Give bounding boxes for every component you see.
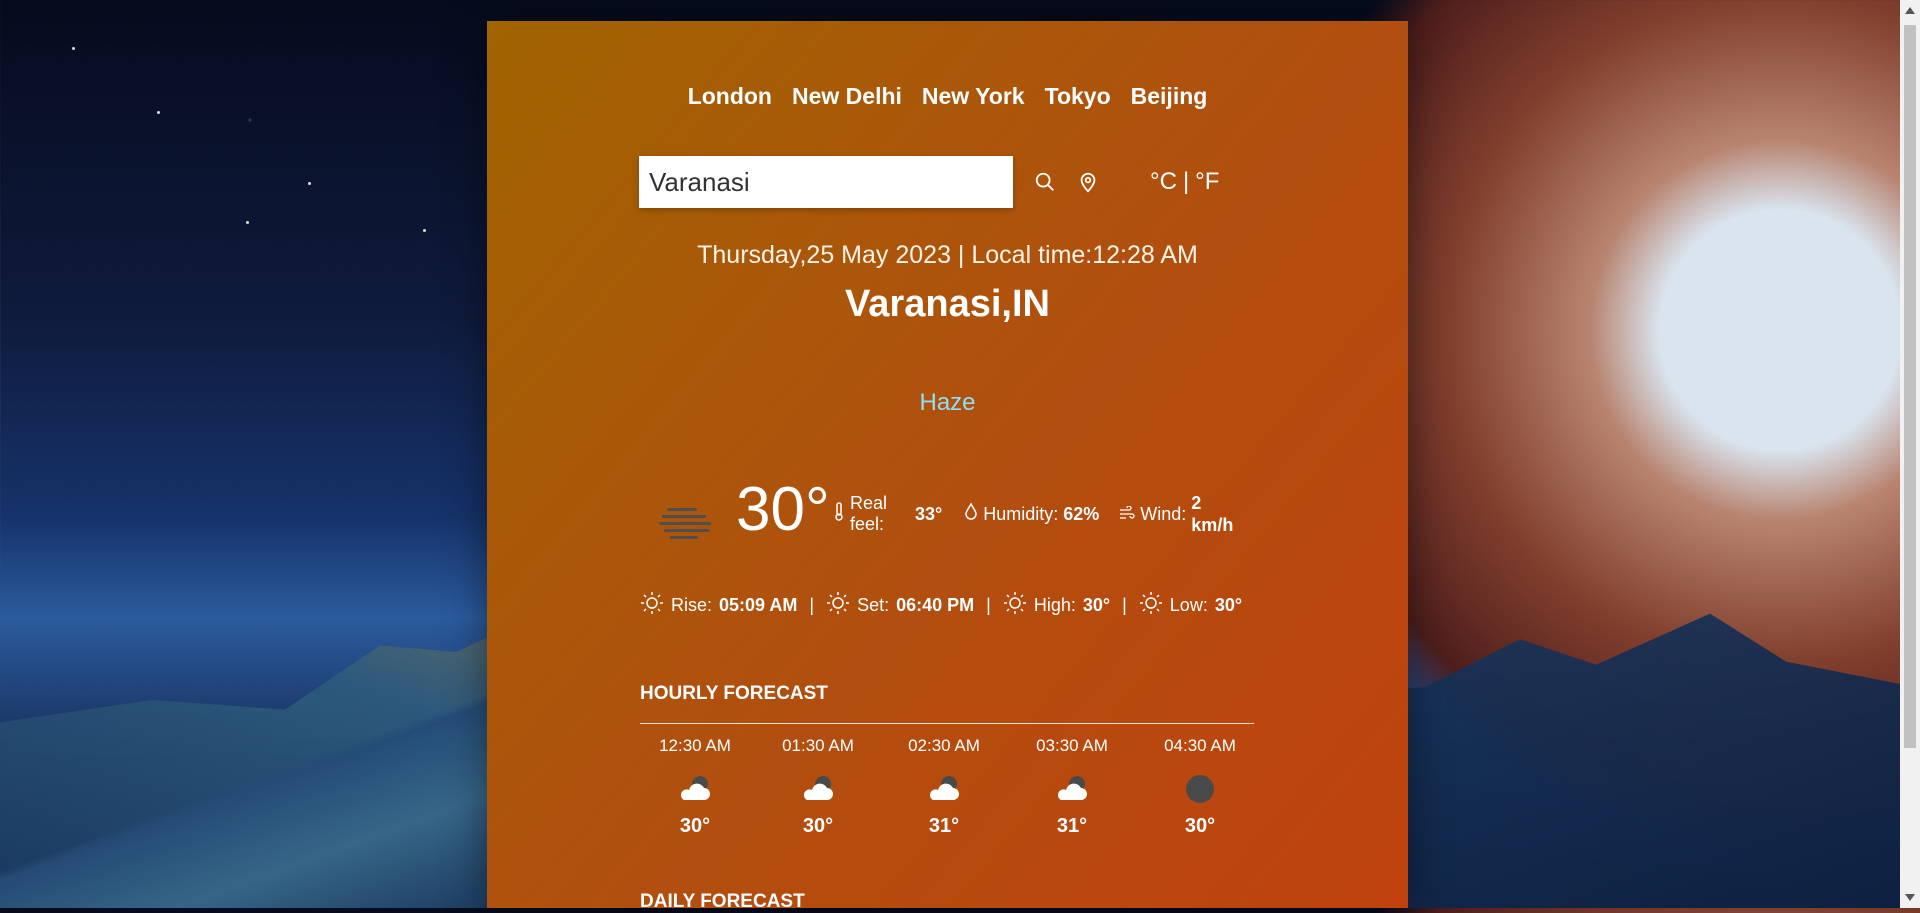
high-temp-label: High: <box>1033 595 1076 615</box>
hour-item: 12:30 AM 30° <box>640 736 750 838</box>
sunset-label: Set: <box>857 595 890 615</box>
hour-temp: 31° <box>1056 815 1088 837</box>
daily-forecast-title: DAILY FORECAST <box>640 891 805 912</box>
sun-icon <box>1139 591 1163 620</box>
hour-temp: 30° <box>679 815 711 837</box>
sunrise-label: Rise: <box>671 595 713 615</box>
cloud-night-icon <box>1017 773 1127 805</box>
separator: | <box>986 595 991 615</box>
high-temp-value: 30° <box>1082 595 1111 615</box>
city-button-beijing[interactable]: Beijing <box>1131 83 1208 110</box>
background-star <box>72 47 75 50</box>
search-row: °C | °F <box>639 156 1219 208</box>
sunrise-item: Rise: 05:09 AM <box>640 591 797 620</box>
hour-time: 12:30 AM <box>659 736 731 755</box>
unit-toggle: °C | °F <box>1150 168 1219 196</box>
hour-time: 03:30 AM <box>1036 736 1108 755</box>
location-pin-icon[interactable] <box>1074 168 1102 196</box>
cloud-night-icon <box>763 773 873 805</box>
sunrise-value: 05:09 AM <box>719 595 798 615</box>
page-scrollbar[interactable] <box>1900 0 1920 908</box>
wind-detail: Wind: 2 km/h <box>1119 492 1239 536</box>
city-button-tokyo[interactable]: Tokyo <box>1045 83 1111 110</box>
hour-item: 01:30 AM 30° <box>763 736 873 838</box>
hourly-divider <box>640 723 1254 724</box>
current-temperature: 30° <box>736 475 830 544</box>
wind-value: 2 km/h <box>1191 493 1234 535</box>
local-datetime: Thursday,25 May 2023 | Local time:12:28 … <box>697 241 1198 269</box>
real-feel-detail: Real feel: 33° <box>833 493 942 535</box>
sun-icon <box>1003 591 1027 620</box>
real-feel-label: Real feel: <box>850 493 888 534</box>
background-star <box>308 182 311 185</box>
high-temp-item: High: 30° <box>1003 591 1110 620</box>
hour-time: 04:30 AM <box>1164 736 1236 755</box>
scroll-up-icon[interactable] <box>1905 7 1915 14</box>
celsius-button[interactable]: °C <box>1150 168 1177 196</box>
cloud-night-icon <box>640 773 750 805</box>
cloud-night-icon <box>889 773 999 805</box>
sun-and-temperature-range: Rise: 05:09 AM | Set: 06:40 PM | High: 3… <box>640 591 1260 620</box>
sunset-value: 06:40 PM <box>896 595 975 615</box>
humidity-drop-icon <box>964 501 978 526</box>
search-icon[interactable] <box>1031 168 1059 196</box>
sunrise-icon <box>640 591 664 620</box>
unit-separator: | <box>1182 168 1190 195</box>
scroll-down-icon[interactable] <box>1905 894 1915 901</box>
wind-label: Wind: <box>1140 503 1187 524</box>
hour-temp: 31° <box>928 815 960 837</box>
haze-icon <box>659 505 713 543</box>
humidity-value: 62% <box>1063 503 1100 524</box>
current-conditions: 30° Real feel: 33° Humidity: 62% Wind: 2… <box>659 477 1234 577</box>
hour-item: 02:30 AM 31° <box>889 736 999 838</box>
low-temp-item: Low: 30° <box>1139 591 1242 620</box>
moon-icon <box>1145 773 1255 805</box>
separator: | <box>1122 595 1127 615</box>
background-star <box>423 229 426 232</box>
thermometer-icon <box>833 501 845 527</box>
city-button-new-delhi[interactable]: New Delhi <box>792 83 902 110</box>
hour-item: 04:30 AM 30° <box>1145 736 1255 838</box>
low-temp-value: 30° <box>1214 595 1243 615</box>
location-title: Varanasi,IN <box>845 283 1050 325</box>
hour-temp: 30° <box>1184 815 1216 837</box>
hour-time: 01:30 AM <box>782 736 854 755</box>
real-feel-value: 33° <box>915 503 943 524</box>
background-star <box>157 111 160 114</box>
hourly-forecast-title: HOURLY FORECAST <box>640 683 828 704</box>
low-temp-label: Low: <box>1169 595 1208 615</box>
city-button-london[interactable]: London <box>688 83 772 110</box>
weather-app-panel: London New Delhi New York Tokyo Beijing … <box>487 21 1408 912</box>
city-button-new-york[interactable]: New York <box>922 83 1025 110</box>
search-input[interactable] <box>639 156 1013 208</box>
separator: | <box>809 595 815 615</box>
weather-condition: Haze <box>919 389 976 416</box>
hour-time: 02:30 AM <box>908 736 980 755</box>
scrollbar-thumb[interactable] <box>1904 25 1916 748</box>
wind-icon <box>1119 504 1135 525</box>
hour-temp: 30° <box>802 815 834 837</box>
humidity-detail: Humidity: 62% <box>964 501 1100 526</box>
humidity-label: Humidity: <box>983 503 1059 524</box>
sunset-item: Set: 06:40 PM <box>826 591 974 620</box>
sunset-icon <box>826 591 850 620</box>
current-details: Real feel: 33° Humidity: 62% Wind: 2 km/… <box>833 492 1239 536</box>
fahrenheit-button[interactable]: °F <box>1195 168 1219 196</box>
hour-item: 03:30 AM 31° <box>1017 736 1127 838</box>
hourly-forecast-list: 12:30 AM 30° 01:30 AM 30° 02:30 AM 31° 0… <box>640 736 1260 856</box>
background-star <box>246 221 249 224</box>
city-shortcuts: London New Delhi New York Tokyo Beijing <box>487 83 1408 110</box>
